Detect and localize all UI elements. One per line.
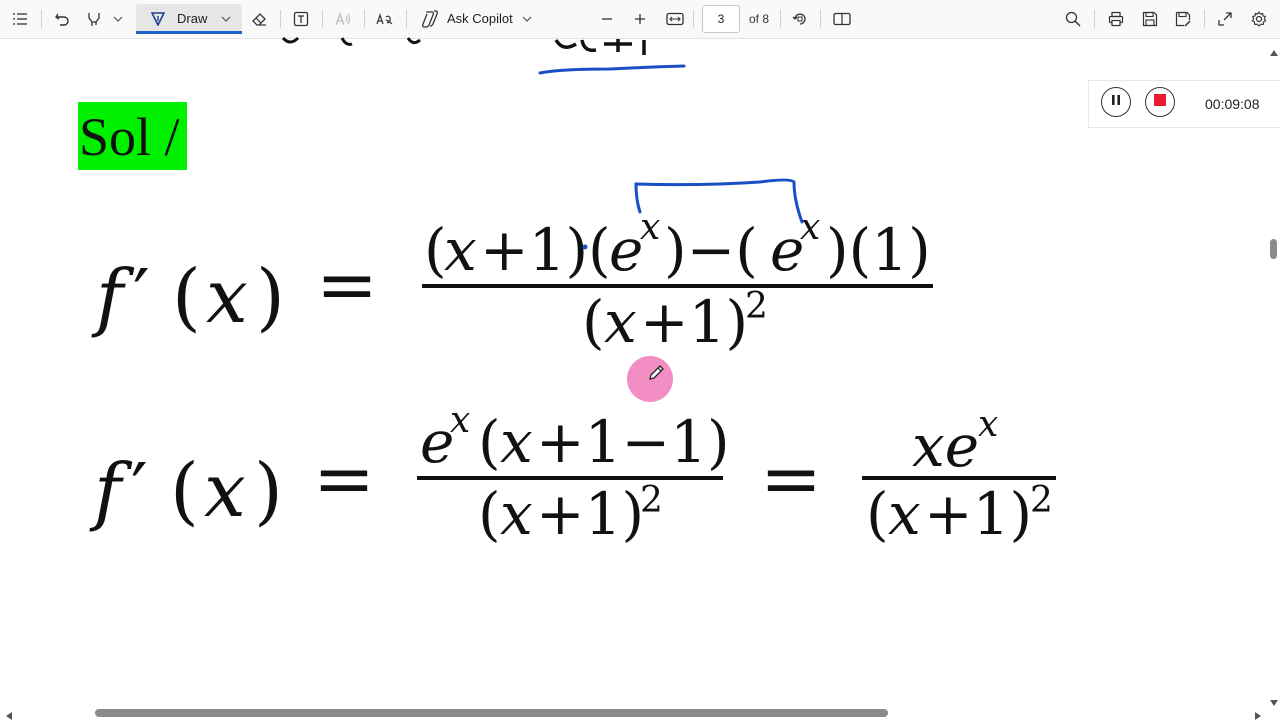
eq2-den-exp: 2	[640, 480, 663, 521]
equation-2: f ′ ( x ) = e x ( x +1−1) ( x +1) 2 = xe…	[89, 400, 1056, 548]
ink-dot	[582, 244, 588, 250]
eq2-den-rest: +1)	[536, 480, 644, 548]
pause-button[interactable]	[1101, 87, 1131, 117]
stop-icon	[1154, 93, 1166, 111]
eq1-num-e: e	[609, 216, 643, 284]
eq2-equals-2: =	[760, 436, 822, 522]
eq1-equals: =	[316, 242, 378, 328]
eq2-num-open: (	[478, 408, 501, 476]
eq2-den-open: (	[478, 480, 501, 548]
eq2-rhs-den-exp: 2	[1030, 480, 1053, 521]
equation-1: f ′ ( x ) = ( x +1) ( e x )−( e x )(1) (…	[91, 207, 933, 356]
eq1-lhs-paren-close: )	[256, 254, 285, 340]
eq1-num-plus1: +1)	[480, 216, 588, 284]
eq1-den-exp: 2	[745, 286, 768, 327]
eq2-lhs-prime: ′	[131, 448, 148, 534]
eq1-num-tail: )(1)	[826, 216, 931, 284]
eq2-num-rest: +1−1)	[536, 408, 730, 476]
vertical-scroll-thumb[interactable]	[1270, 239, 1277, 259]
eq2-den-x: x	[500, 480, 533, 548]
eq1-num-exp-x: x	[640, 207, 660, 248]
scroll-up-arrow-icon[interactable]	[1269, 44, 1279, 62]
pencil-cursor-icon	[647, 362, 667, 387]
eq2-rhs-den-rest: +1)	[924, 480, 1032, 548]
eq2-rhs-den-open: (	[866, 480, 889, 548]
ink-underline-top	[538, 64, 686, 75]
scroll-left-arrow-icon[interactable]	[5, 708, 13, 726]
scroll-down-arrow-icon[interactable]	[1269, 694, 1279, 712]
partial-previous-equation	[281, 36, 646, 55]
eq1-num-x: x	[444, 216, 477, 284]
stop-button[interactable]	[1145, 87, 1175, 117]
eq2-rhs-num: xe	[912, 412, 979, 480]
eq2-rhs-exp-x: x	[978, 404, 998, 445]
vertical-scrollbar[interactable]	[1268, 40, 1280, 706]
eq1-den-rest: +1)	[640, 288, 748, 356]
eq2-num-exp-x: x	[450, 400, 470, 441]
eq1-num-minus: )−(	[664, 216, 758, 284]
eq1-lhs-prime: ′	[133, 254, 150, 340]
eq1-lhs-f: f	[91, 254, 135, 340]
eq2-lhs-x: x	[204, 448, 246, 534]
sol-label: Sol /	[79, 107, 180, 167]
horizontal-scroll-thumb[interactable]	[95, 709, 888, 717]
eq2-lhs-f: f	[89, 448, 133, 534]
eq1-den-x: x	[604, 288, 637, 356]
eq2-equals: =	[313, 436, 375, 522]
recording-timer: 00:09:08	[1205, 96, 1260, 112]
eq2-lhs-paren-close: )	[254, 448, 283, 534]
eq1-num-open2: (	[588, 216, 611, 284]
eq2-rhs-den-x: x	[888, 480, 921, 548]
eq1-lhs-paren-open: (	[172, 254, 201, 340]
recording-panel: 00:09:08	[1088, 80, 1280, 128]
eq2-lhs-paren-open: (	[170, 448, 199, 534]
eq2-num-x: x	[500, 408, 533, 476]
pause-icon	[1111, 93, 1121, 111]
eq1-lhs-x: x	[206, 254, 248, 340]
eq1-num-exp-x2: x	[800, 207, 820, 248]
eq1-den-open: (	[582, 288, 605, 356]
scroll-right-arrow-icon[interactable]	[1254, 708, 1262, 726]
